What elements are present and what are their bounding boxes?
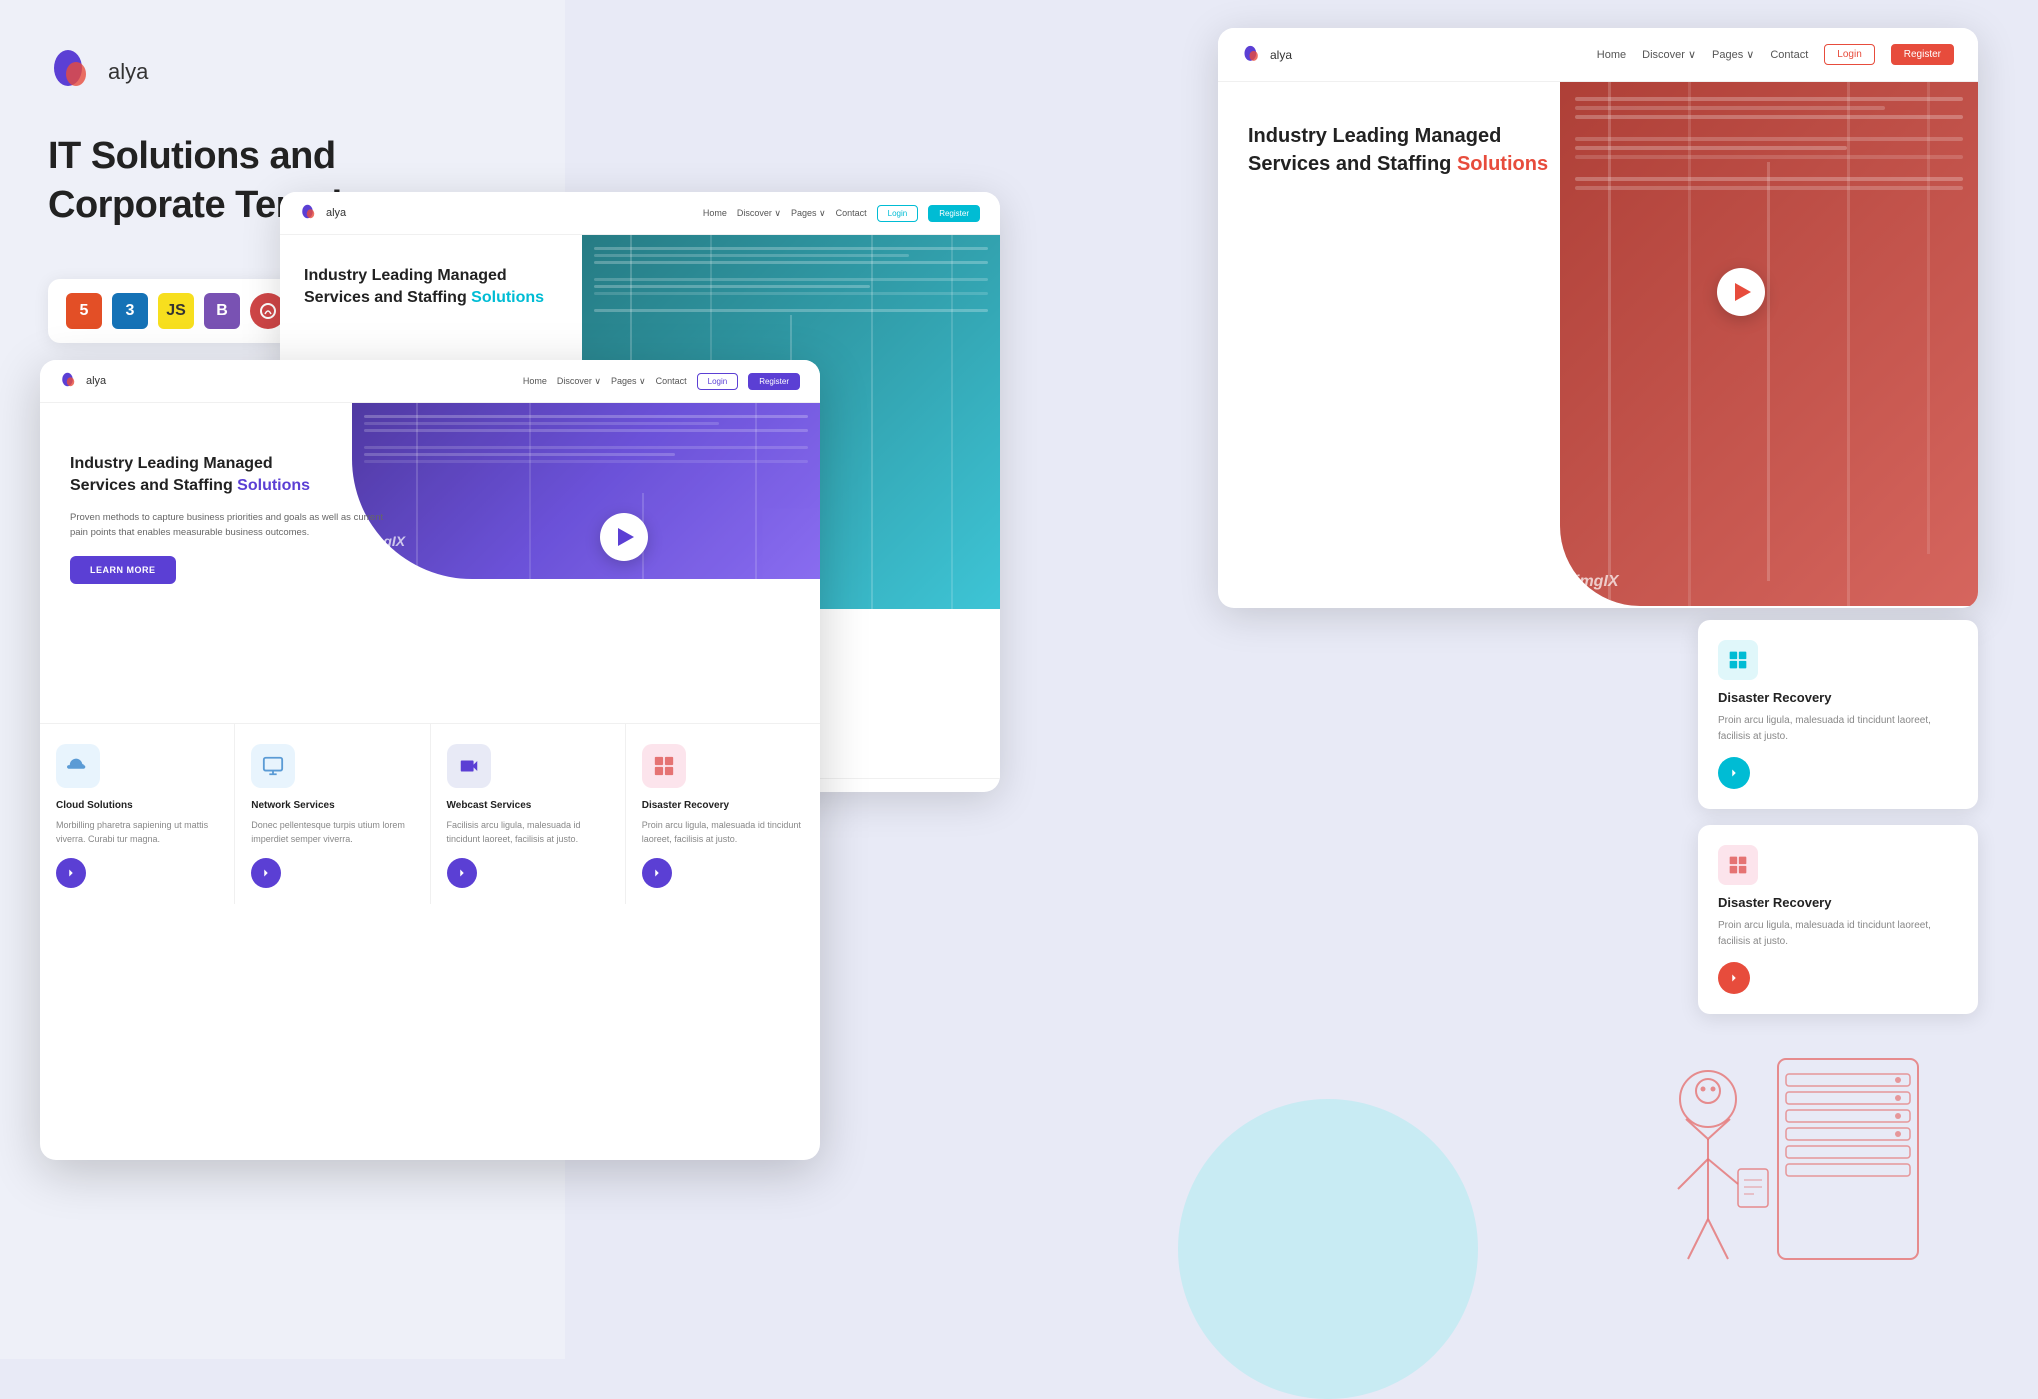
service-card-recovery: Disaster Recovery Proin arcu ligula, mal… [626, 724, 820, 904]
illustration-panel [1618, 1019, 1958, 1359]
register-button-purple[interactable]: Register [748, 373, 800, 390]
services-grid: Cloud Solutions Morbilling pharetra sapi… [40, 723, 820, 904]
brand-logo: alya [48, 48, 517, 96]
card-red: alya Home Discover ∨ Pages ∨ Contact Log… [1218, 28, 1978, 608]
card-red-nav-links: Home Discover ∨ Pages ∨ Contact Login Re… [1597, 44, 1954, 65]
card-purple-hero: imgIX Industry Leading Managed Services … [40, 403, 820, 723]
video-icon [447, 744, 491, 788]
service-card-network: Network Services Donec pellentesque turp… [235, 724, 430, 904]
card-purple-brand: alya [60, 372, 106, 390]
recovery-icon [642, 744, 686, 788]
card-teal-text: Industry Leading Managed Services and St… [304, 265, 606, 310]
mini-pink-desc: Proin arcu ligula, malesuada id tincidun… [1718, 918, 1958, 950]
mini-service-pink: Disaster Recovery Proin arcu ligula, mal… [1698, 825, 1978, 1014]
card-teal-nav: alya Home Discover ∨ Pages ∨ Contact Log… [280, 192, 1000, 235]
mini-pink-name: Disaster Recovery [1718, 895, 1958, 910]
mini-service-teal: Disaster Recovery Proin arcu ligula, mal… [1698, 620, 1978, 809]
play-icon-purple [618, 528, 634, 546]
register-button-teal[interactable]: Register [928, 205, 980, 222]
play-icon-red [1735, 283, 1751, 301]
mini-teal-icon [1718, 640, 1758, 680]
cloud-arrow-btn[interactable] [56, 858, 86, 888]
imgix-red: imgIX [1575, 573, 1619, 591]
teal-nav-pages[interactable]: Pages ∨ [791, 208, 826, 219]
mini-teal-desc: Proin arcu ligula, malesuada id tincidun… [1718, 713, 1958, 745]
purple-nav-contact[interactable]: Contact [656, 376, 687, 386]
login-button-purple[interactable]: Login [697, 373, 739, 390]
card-purple-nav-links: Home Discover ∨ Pages ∨ Contact Login Re… [523, 373, 800, 390]
recovery-service-desc: Proin arcu ligula, malesuada id tincidun… [642, 819, 804, 846]
service-card-webcast: Webcast Services Facilisis arcu ligula, … [431, 724, 626, 904]
css3-badge: 3 [112, 293, 148, 329]
alya-logo-icon [48, 48, 96, 96]
purple-nav-pages[interactable]: Pages ∨ [611, 376, 646, 387]
purple-nav-home[interactable]: Home [523, 376, 547, 386]
recovery-arrow-btn[interactable] [642, 858, 672, 888]
play-button-purple[interactable] [600, 513, 648, 561]
cloud-service-name: Cloud Solutions [56, 800, 218, 811]
right-service-panel: Disaster Recovery Proin arcu ligula, mal… [1698, 620, 1978, 1030]
webcast-arrow-btn[interactable] [447, 858, 477, 888]
mini-pink-icon [1718, 845, 1758, 885]
mini-teal-arrow[interactable] [1718, 757, 1750, 789]
teal-nav-contact[interactable]: Contact [836, 208, 867, 218]
card-red-brand-name: alya [1270, 48, 1292, 62]
card-red-hero: imgIX Industry Leading Managed Services … [1218, 82, 1978, 606]
login-button-red[interactable]: Login [1824, 44, 1874, 65]
card-purple-logo-icon [60, 372, 78, 390]
card-red-brand: alya [1242, 45, 1292, 65]
webcast-service-desc: Facilisis arcu ligula, malesuada id tinc… [447, 819, 609, 846]
learn-more-button[interactable]: LEARN MORE [70, 556, 176, 584]
teal-circle-decoration [1178, 1099, 1478, 1399]
recovery-service-name: Disaster Recovery [642, 800, 804, 811]
bootstrap-badge: B [204, 293, 240, 329]
teal-nav-home[interactable]: Home [703, 208, 727, 218]
card-teal-logo-icon [300, 204, 318, 222]
cloud-service-desc: Morbilling pharetra sapiening ut mattis … [56, 819, 218, 846]
card-red-text: Industry Leading Managed Services and St… [1248, 122, 1590, 182]
it-person-illustration [1618, 1019, 1958, 1359]
network-service-name: Network Services [251, 800, 413, 811]
card-purple-brand-name: alya [86, 375, 106, 387]
webcast-service-name: Webcast Services [447, 800, 609, 811]
teal-nav-discover[interactable]: Discover ∨ [737, 208, 781, 219]
card-teal-heading: Industry Leading Managed Services and St… [304, 265, 606, 310]
card-teal-nav-links: Home Discover ∨ Pages ∨ Contact Login Re… [703, 205, 980, 222]
play-button-red[interactable] [1717, 268, 1765, 316]
network-service-desc: Donec pellentesque turpis utium lorem im… [251, 819, 413, 846]
network-icon [251, 744, 295, 788]
card-red-nav: alya Home Discover ∨ Pages ∨ Contact Log… [1218, 28, 1978, 82]
card-purple-nav: alya Home Discover ∨ Pages ∨ Contact Log… [40, 360, 820, 403]
nav-pages[interactable]: Pages ∨ [1712, 48, 1754, 61]
html5-badge: 5 [66, 293, 102, 329]
register-button-red[interactable]: Register [1891, 44, 1954, 65]
card-red-logo-icon [1242, 45, 1262, 65]
card-teal-brand-name: alya [326, 207, 346, 219]
card-purple-text: Industry Leading Managed Services and St… [70, 453, 398, 584]
card-purple: alya Home Discover ∨ Pages ∨ Contact Log… [40, 360, 820, 1160]
card-red-bg: imgIX [1560, 82, 1978, 606]
purple-nav-discover[interactable]: Discover ∨ [557, 376, 601, 387]
nav-contact[interactable]: Contact [1770, 49, 1808, 61]
card-purple-desc: Proven methods to capture business prior… [70, 510, 398, 540]
mini-pink-arrow[interactable] [1718, 962, 1750, 994]
login-button-teal[interactable]: Login [877, 205, 919, 222]
network-arrow-btn[interactable] [251, 858, 281, 888]
mini-teal-name: Disaster Recovery [1718, 690, 1958, 705]
card-teal-brand: alya [300, 204, 346, 222]
brand-name: alya [108, 59, 148, 85]
cloud-icon [56, 744, 100, 788]
js-badge: JS [158, 293, 194, 329]
card-purple-heading: Industry Leading Managed Services and St… [70, 453, 398, 498]
card-purple-bg: imgIX [352, 403, 820, 579]
card-red-heading: Industry Leading Managed Services and St… [1248, 122, 1590, 178]
nav-home[interactable]: Home [1597, 49, 1626, 61]
service-card-cloud: Cloud Solutions Morbilling pharetra sapi… [40, 724, 235, 904]
nav-discover[interactable]: Discover ∨ [1642, 48, 1696, 61]
